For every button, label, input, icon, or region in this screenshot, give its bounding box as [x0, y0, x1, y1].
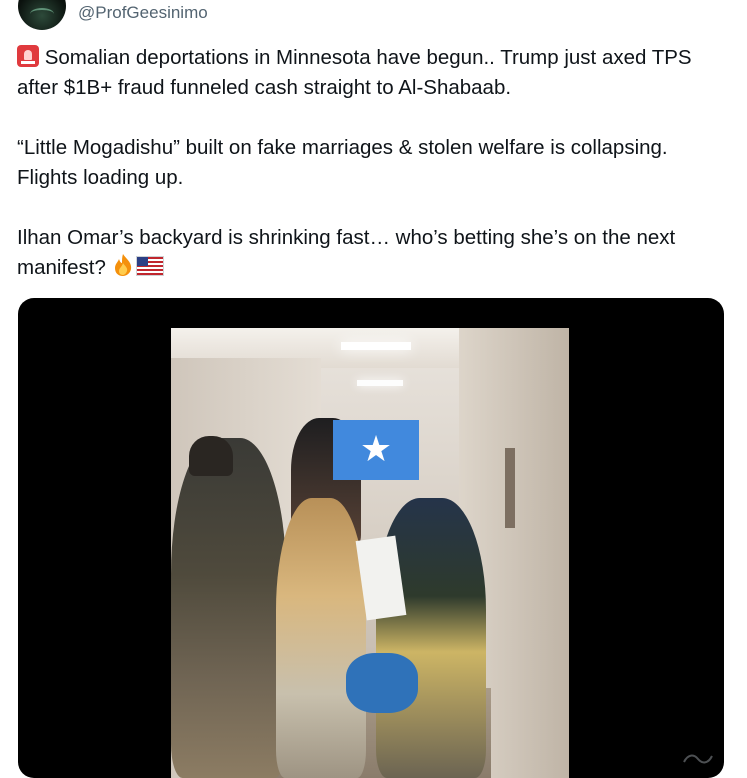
ceiling-light [357, 380, 403, 386]
paragraph-text: Somalian deportations in Minnesota have … [17, 46, 692, 99]
ceiling-light [341, 342, 411, 350]
video-player[interactable]: ★ [18, 298, 724, 778]
tweet-text: Somalian deportations in Minnesota have … [17, 43, 732, 283]
watermark-icon [680, 750, 716, 768]
us-flag-icon [135, 256, 164, 276]
person-head [189, 436, 233, 476]
fire-icon [112, 253, 134, 277]
user-handle[interactable]: @ProfGeesinimo [78, 2, 208, 24]
blue-bag [346, 653, 418, 713]
person-figure [171, 438, 286, 778]
police-car-light-icon [17, 45, 39, 67]
paragraph-text: “Little Mogadishu” built on fake marriag… [17, 136, 668, 189]
avatar[interactable] [18, 0, 66, 30]
avatar-graphic [30, 8, 54, 20]
star-icon: ★ [359, 429, 393, 470]
tweet-paragraph-2: “Little Mogadishu” built on fake marriag… [17, 133, 732, 193]
tweet-paragraph-1: Somalian deportations in Minnesota have … [17, 43, 732, 103]
person-figure [276, 498, 366, 778]
somalia-flag-icon: ★ [333, 420, 419, 480]
video-frame[interactable]: ★ [171, 328, 569, 778]
door [505, 448, 515, 528]
tweet-paragraph-3: Ilhan Omar’s backyard is shrinking fast…… [17, 223, 732, 283]
